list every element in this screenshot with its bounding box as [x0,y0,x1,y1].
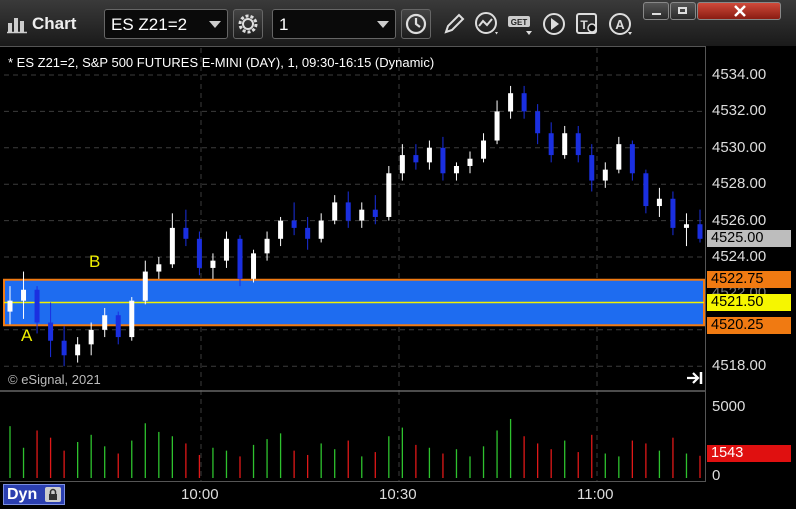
candle-body [21,289,27,301]
candle-body [575,133,581,156]
price-axis-label: 4518.00 [712,357,767,374]
candle-body [48,322,54,341]
candle-body [656,198,662,207]
candle-body [602,169,608,181]
candle-body [359,209,365,221]
candle-body [75,344,81,356]
candle-body [467,158,473,166]
candle-body [223,238,229,261]
candle-body [34,289,40,323]
candle-body [142,271,148,301]
candle-body [481,140,487,159]
candle-body [629,144,635,174]
price-axis-label: 4526.00 [712,212,767,229]
candle-body [386,173,392,217]
candle-body [521,93,527,112]
candle-body [562,133,568,156]
candle-body [683,224,689,228]
candle-body [535,111,541,134]
candle-body [643,173,649,207]
last-volume-tag: 1543 [707,445,791,462]
candle-body [237,238,243,279]
price-axis-label: 4530.00 [712,139,767,156]
candle-body [156,264,162,272]
volume-axis-label: 5000 [712,398,746,415]
lock-icon [45,487,61,502]
price-axis-label: 4534.00 [712,66,767,83]
scroll-right-button[interactable] [686,370,704,386]
candle-body [61,340,67,356]
marker-b-label: B [89,252,101,271]
zone-mid-price-tag: 4521.50 [707,294,791,311]
candle-body [413,155,419,163]
time-axis-label: 11:00 [577,486,614,503]
candle-body [88,329,94,345]
candle-body [318,220,324,239]
candle-body [453,166,459,174]
candle-body [210,260,216,268]
grid-lines [0,48,705,481]
candle-body [345,202,351,221]
zone-bottom-price-tag: 4520.25 [707,317,791,334]
candle-body [7,300,13,312]
dynamic-mode-button[interactable]: Dyn [3,484,65,505]
last-price-tag: 4525.00 [707,230,791,247]
chart-window: Chart ES Z21=2 1 GET T A * ES Z21=2, S&P… [0,0,796,509]
candle-body [278,220,284,239]
candle-body [169,227,175,265]
price-axis-label: 4528.00 [712,175,767,192]
candle-body [670,198,676,228]
candle-body [426,147,432,163]
arrow-right-bar-icon [687,372,703,384]
volume-axis-label: 0 [712,467,721,484]
zone-top-price-tag: 4522.75 [707,271,791,288]
candle-body [251,253,257,279]
candle-body [372,209,378,217]
support-zone [3,278,705,327]
candle-body [508,93,514,112]
marker-a-label: A [21,326,33,345]
candle-body [332,202,338,221]
candle-body [697,224,703,239]
candle-body [102,315,108,330]
candle-body [548,133,554,156]
price-axis-label: 4524.00 [712,248,767,265]
candle-body [129,300,135,338]
candle-body [494,111,500,141]
chart-header: * ES Z21=2, S&P 500 FUTURES E-MINI (DAY)… [8,55,435,70]
price-chart[interactable] [0,0,796,508]
time-axis-label: 10:30 [379,486,417,503]
candle-body [115,315,121,338]
candle-body [589,155,595,181]
time-axis-label: 10:00 [181,486,219,503]
dynamic-mode-label: Dyn [7,486,38,503]
candle-body [291,220,297,228]
candle-body [264,238,270,254]
candle-body [196,238,202,268]
candle-body [440,147,446,174]
price-axis-label: 4532.00 [712,102,767,119]
candle-body [399,155,405,174]
candle-body [183,227,189,239]
candle-body [616,144,622,170]
copyright-label: © eSignal, 2021 [8,372,101,387]
candle-body [305,227,311,239]
